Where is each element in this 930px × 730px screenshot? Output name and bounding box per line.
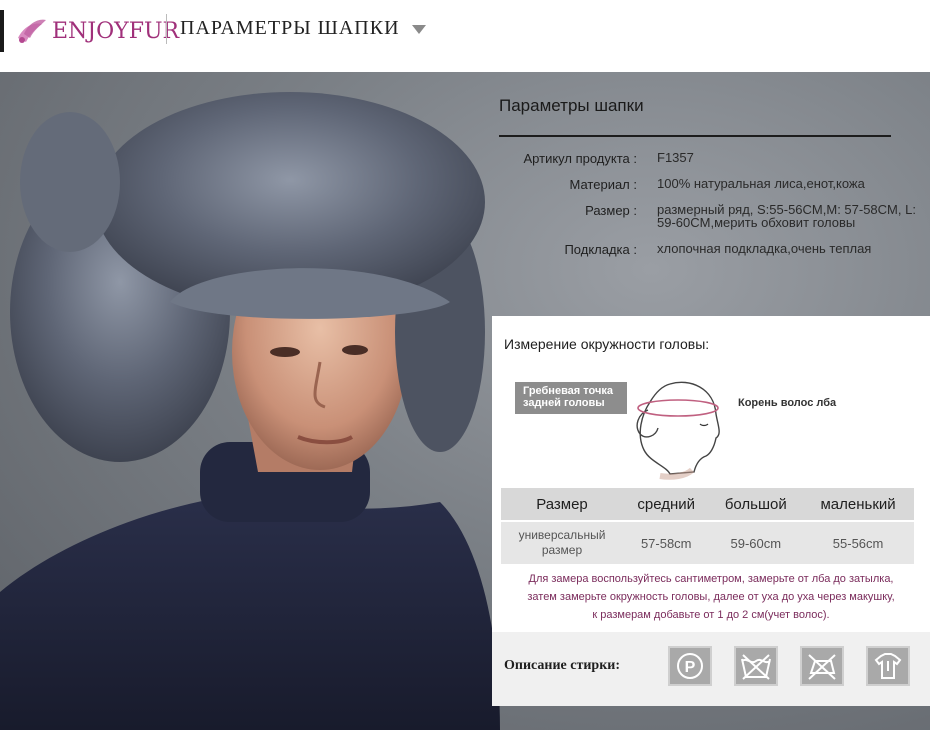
note-line: затем замерьте окружность головы, далее … [527, 591, 895, 603]
flower-icon [18, 19, 46, 43]
wash-care-bar: Описание стирки: P [492, 632, 930, 706]
measurement-instructions: Для замера воспользуйтесь сантиметром, з… [506, 570, 916, 624]
param-value: размерный ряд, S:55-56CM,M: 57-58CM, L: … [657, 202, 916, 230]
header-accent-bar [0, 10, 4, 52]
no-tumble-dry-icon [866, 646, 910, 686]
header-divider [166, 14, 167, 44]
size-table: Размер средний большой маленький универс… [501, 488, 914, 564]
no-iron-icon [800, 646, 844, 686]
brand-logo[interactable]: ENJOYFUR [14, 14, 179, 48]
param-label: Артикул продукта : [523, 151, 637, 166]
forehead-hairline-label: Корень волос лба [738, 397, 837, 409]
param-value: F1357 [657, 150, 694, 165]
head-measure-sketch-icon [636, 381, 720, 480]
table-cell: 57-58cm [623, 520, 710, 564]
header-bar: ENJOYFUR ПАРАМЕТРЫ ШАПКИ [0, 0, 930, 72]
chevron-down-icon[interactable] [412, 25, 426, 34]
measurement-panel: Измерение окружности головы: Гребневая т… [492, 316, 930, 706]
table-header: большой [709, 488, 803, 521]
no-wash-icon [734, 646, 778, 686]
table-header: Размер [501, 488, 623, 521]
param-label: Размер : [585, 203, 637, 218]
note-line: к размерам добавьте от 1 до 2 см(учет во… [592, 609, 830, 621]
params-divider [499, 135, 891, 137]
table-cell: 59-60cm [709, 520, 803, 564]
param-label: Материал : [569, 177, 638, 192]
param-value: хлопочная подкладка,очень теплая [657, 241, 872, 256]
param-value: 100% натуральная лиса,енот,кожа [657, 176, 865, 191]
table-row: универсальный размер 57-58cm 59-60cm 55-… [501, 520, 914, 564]
table-cell: универсальный размер [501, 520, 623, 564]
page-title: ПАРАМЕТРЫ ШАПКИ [180, 17, 400, 39]
dry-clean-p-icon: P [668, 646, 712, 686]
table-cell: 55-56cm [802, 520, 914, 564]
note-line: Для замера воспользуйтесь сантиметром, з… [528, 573, 894, 585]
param-label: Подкладка : [564, 242, 637, 257]
params-title: Параметры шапки [499, 96, 644, 115]
table-header: маленький [802, 488, 914, 521]
dry-clean-letter: P [685, 659, 696, 676]
table-header: средний [623, 488, 710, 521]
wash-label: Описание стирки: [504, 658, 620, 673]
back-head-point-label: Гребневая точка задней головы [515, 382, 627, 414]
logo-text: ENJOYFUR [52, 18, 180, 44]
measurement-title: Измерение окружности головы: [504, 336, 710, 352]
